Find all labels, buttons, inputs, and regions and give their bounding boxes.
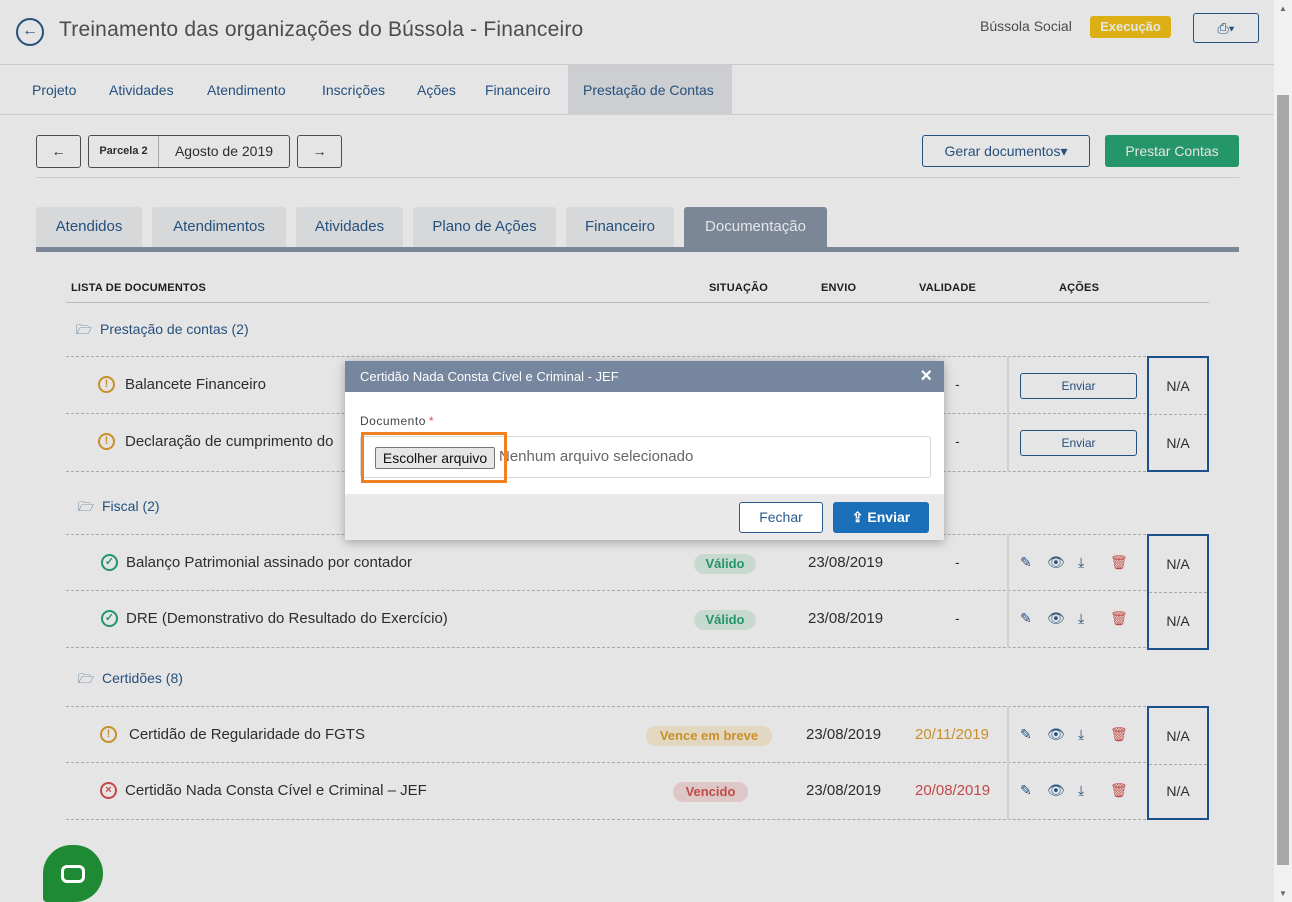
chat-button[interactable] <box>43 845 103 902</box>
required-mark: * <box>428 414 435 428</box>
modal-title: Certidão Nada Consta Cível e Criminal - … <box>360 369 619 384</box>
close-icon[interactable]: × <box>920 361 932 392</box>
close-button[interactable]: Fechar <box>739 502 823 533</box>
label-text: Documento <box>360 414 426 428</box>
scroll-up-icon[interactable]: ▲ <box>1274 0 1292 17</box>
modal-header: Certidão Nada Consta Cível e Criminal - … <box>345 361 944 392</box>
send-button[interactable]: ⇪ Enviar <box>833 502 929 533</box>
file-status: Nenhum arquivo selecionado <box>499 448 694 465</box>
scrollbar[interactable]: ▲ ▼ <box>1274 0 1292 902</box>
scroll-thumb[interactable] <box>1277 95 1289 865</box>
upload-modal: Certidão Nada Consta Cível e Criminal - … <box>345 361 944 540</box>
scroll-down-icon[interactable]: ▼ <box>1274 885 1292 902</box>
document-label: Documento * <box>360 414 434 428</box>
app: ← Treinamento das organizações do Bússol… <box>0 0 1274 902</box>
send-label: Enviar <box>867 509 911 525</box>
modal-footer: Fechar ⇪ Enviar <box>345 494 944 540</box>
chat-bubble-icon <box>61 865 85 883</box>
upload-icon: ⇪ <box>851 509 864 525</box>
highlight-box <box>361 432 507 483</box>
